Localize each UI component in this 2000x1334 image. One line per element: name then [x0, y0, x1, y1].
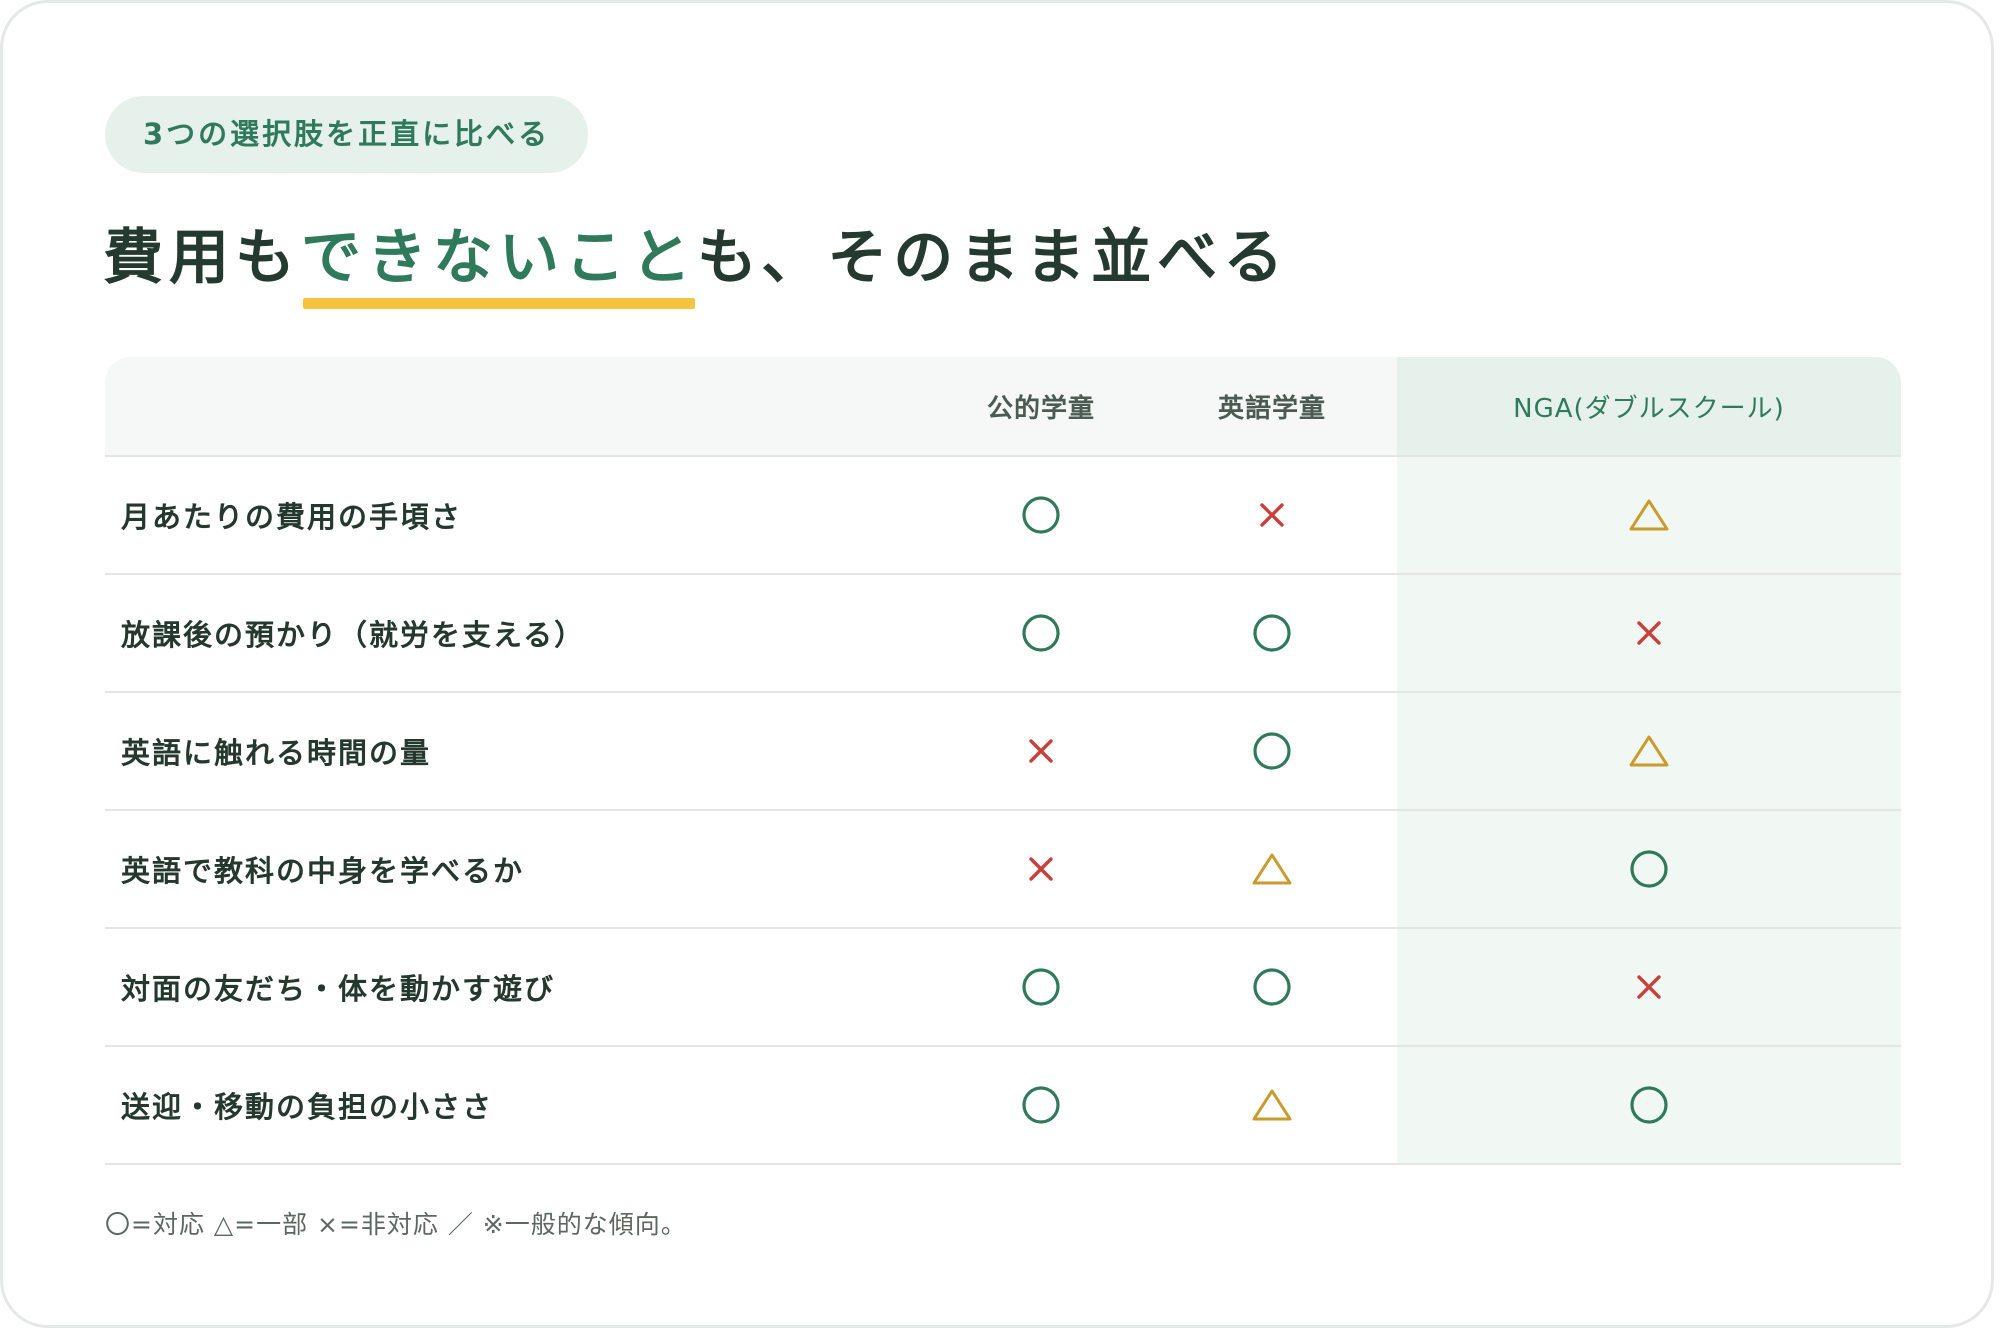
title-highlight-text: できないこと: [301, 223, 697, 293]
column-header-english: 英語学童: [1217, 393, 1326, 424]
section-tag: 3つの選択肢を正直に比べる: [105, 96, 589, 173]
triangle-mark-icon: [1397, 693, 1901, 809]
cross-mark-icon: [1147, 457, 1397, 573]
row-label: 放課後の預かり（就労を支える）: [121, 618, 586, 652]
circle-mark-icon: [1147, 693, 1397, 809]
table-row: 対面の友だち・体を動かす遊び: [105, 929, 1901, 1047]
row-label: 月あたりの費用の手頃さ: [121, 500, 463, 534]
column-header-public: 公的学童: [986, 393, 1095, 424]
row-label: 英語に触れる時間の量: [121, 736, 432, 770]
title-suffix: も、そのまま並べる: [697, 223, 1290, 293]
highlight-underline: [303, 298, 695, 309]
circle-mark-icon: [935, 1047, 1147, 1163]
table-row: 英語で教科の中身を学べるか: [105, 811, 1901, 929]
page-title: 費用もできないこと も、そのまま並べる: [103, 213, 1290, 309]
comparison-table: 公的学童 英語学童 NGA(ダブルスクール) 月あたりの費用の手頃さ放課後の預か…: [105, 357, 1901, 1165]
cross-mark-icon: [935, 693, 1147, 809]
title-prefix: 費用も: [103, 223, 301, 293]
circle-mark-icon: [1147, 575, 1397, 691]
circle-mark-icon: [935, 929, 1147, 1045]
triangle-mark-icon: [1147, 811, 1397, 927]
triangle-mark-icon: [1147, 1047, 1397, 1163]
table-header-row: 公的学童 英語学童 NGA(ダブルスクール): [105, 357, 1901, 457]
circle-mark-icon: [935, 457, 1147, 573]
row-label: 送迎・移動の負担の小ささ: [121, 1090, 494, 1124]
cross-mark-icon: [935, 811, 1147, 927]
table-row: 英語に触れる時間の量: [105, 693, 1901, 811]
cross-mark-icon: [1397, 929, 1901, 1045]
row-label: 対面の友だち・体を動かす遊び: [121, 972, 556, 1006]
circle-mark-icon: [1147, 929, 1397, 1045]
table-row: 月あたりの費用の手頃さ: [105, 457, 1901, 575]
cross-mark-icon: [1397, 575, 1901, 691]
row-label: 英語で教科の中身を学べるか: [121, 854, 525, 888]
circle-mark-icon: [935, 575, 1147, 691]
table-row: 送迎・移動の負担の小ささ: [105, 1047, 1901, 1165]
comparison-card: 3つの選択肢を正直に比べる 費用もできないこと も、そのまま並べる 公的学童 英語…: [0, 0, 1994, 1328]
table-row: 放課後の預かり（就労を支える）: [105, 575, 1901, 693]
column-header-nga: NGA(ダブルスクール): [1513, 393, 1785, 424]
triangle-mark-icon: [1397, 457, 1901, 573]
circle-mark-icon: [1397, 811, 1901, 927]
circle-mark-icon: [1397, 1047, 1901, 1163]
legend-note: 〇=対応 △=一部 ×=非対応 ／ ※一般的な傾向。: [105, 1210, 687, 1239]
title-highlight: できないこと: [301, 213, 697, 309]
